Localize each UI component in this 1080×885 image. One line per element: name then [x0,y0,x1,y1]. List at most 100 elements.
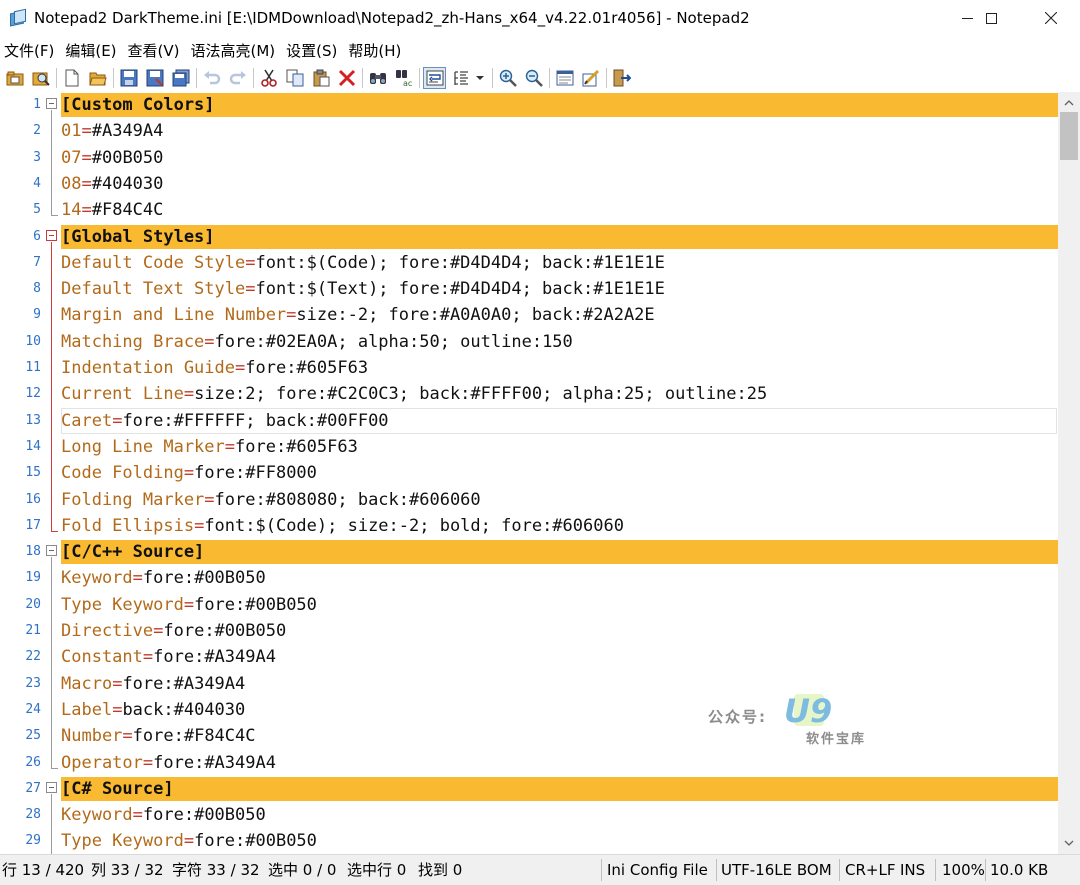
code-line[interactable]: 29 Type Keyword=fore:#00B050 [0,828,1058,854]
code-line[interactable]: 12 Current Line=size:2; fore:#C2C0C3; bac… [0,381,1058,409]
word-wrap-button[interactable] [423,67,446,89]
code-line[interactable]: 22 Constant=fore:#A349A4 [0,644,1058,672]
paste-icon [313,69,329,87]
ini-value: fore:#FF8000 [194,463,317,484]
code-line[interactable]: 21 Directive=fore:#00B050 [0,618,1058,645]
save-button[interactable] [117,67,140,89]
code-line[interactable]: 15 Code Folding=fore:#FF8000 [0,460,1058,488]
section-line[interactable]: 1 [Custom Colors] [0,92,1058,118]
save-copy-button[interactable] [169,67,192,89]
code-line[interactable]: 23 Macro=fore:#A349A4 [0,670,1058,698]
fold-line [45,144,59,172]
scroll-down-button[interactable] [1058,834,1080,852]
code-line[interactable]: 11 Indentation Guide=fore:#605F63 [0,355,1058,382]
code-line[interactable]: 3 07=#00B050 [0,144,1058,172]
menu-file[interactable]: 文件(F) [0,40,59,61]
ini-key: Keyword [61,568,133,589]
section-header: [C# Source] [61,778,174,799]
status-overwrite[interactable]: INS [900,855,925,885]
fold-line [45,670,59,698]
status-encoding[interactable]: UTF-16LE BOM [721,855,832,885]
maximize-button[interactable] [968,0,1014,36]
code-line[interactable]: 19 Keyword=fore:#00B050 [0,565,1058,593]
editor[interactable]: 1 [Custom Colors] 2 01=#A349A4 3 07=#00B050 4 0… [0,92,1080,854]
indent-guides-dropdown[interactable] [475,68,485,88]
ini-key: Matching Brace [61,331,205,352]
section-line[interactable]: 18 [C/C++ Source] [0,539,1058,566]
code-line[interactable]: 5 14=#F84C4C [0,197,1058,223]
copy-button[interactable] [283,67,306,89]
fold-toggle-icon[interactable] [45,539,59,566]
find-button[interactable] [366,67,389,89]
browse-button[interactable] [29,67,52,89]
code-line[interactable]: 16 Folding Marker=fore:#808080; back:#606… [0,486,1058,514]
new-file-button[interactable] [60,67,83,89]
ini-value: size:-2; fore:#A0A0A0; back:#2A2A2E [296,305,655,326]
section-line[interactable]: 27 [C# Source] [0,776,1058,802]
code-line[interactable]: 9 Margin and Line Number=size:-2; fore:#A… [0,302,1058,330]
scrollbar-thumb[interactable] [1060,112,1078,160]
code-line[interactable]: 13 Caret=fore:#FFFFFF; back:#00FF00 [0,407,1058,435]
status-lexer[interactable]: Ini Config File [607,855,708,885]
status-zoom[interactable]: 100% [942,855,985,885]
code-line[interactable]: 14 Long Line Marker=fore:#605F63 [0,433,1058,461]
fold-toggle-icon[interactable] [45,224,59,250]
open-folder-button[interactable] [3,67,26,89]
code-line[interactable]: 28 Keyword=fore:#00B050 [0,802,1058,830]
menu-edit[interactable]: 编辑(E) [60,40,121,61]
fold-toggle-icon[interactable] [45,776,59,802]
equals-sign: = [81,200,92,221]
delete-button[interactable] [335,67,358,89]
fold-line [45,355,59,382]
code-line[interactable]: 26 Operator=fore:#A349A4 [0,749,1058,776]
key-value-text: Folding Marker=fore:#808080; back:#60606… [61,487,481,513]
ini-key: Macro [61,673,113,694]
indent-guides-button[interactable] [449,67,472,89]
menu-syntax[interactable]: 语法高亮(M) [186,40,281,61]
code-line[interactable]: 10 Matching Brace=fore:#02EA0A; alpha:50;… [0,328,1058,356]
close-icon [1045,12,1057,24]
code-line[interactable]: 17 Fold Ellipsis=font:$(Code); size:-2; b… [0,512,1058,539]
replace-button[interactable]: ac [392,67,415,89]
fold-line [45,276,59,304]
code-line[interactable]: 4 08=#404030 [0,170,1058,198]
ini-value: fore:#00B050 [194,831,317,852]
open-folder-icon [6,71,23,86]
status-eol[interactable]: CR+LF [845,855,895,885]
open-file-button[interactable] [86,67,109,89]
key-value-text: 08=#404030 [61,171,163,197]
cut-button[interactable] [257,67,280,89]
ini-key: Caret [61,410,113,431]
zoom-in-button[interactable] [496,67,519,89]
copy-icon [286,69,303,87]
paste-button[interactable] [309,67,332,89]
close-button[interactable] [1028,0,1074,36]
scroll-up-button[interactable] [1058,94,1080,112]
undo-button[interactable] [200,67,223,89]
delete-icon [338,69,355,87]
customize-scheme-button[interactable] [579,67,602,89]
menu-settings[interactable]: 设置(S) [281,40,342,61]
section-line[interactable]: 6 [Global Styles] [0,224,1058,250]
menu-view[interactable]: 查看(V) [123,40,185,61]
status-divider [935,859,936,881]
scheme-button[interactable] [553,67,576,89]
zoom-out-button[interactable] [522,67,545,89]
exit-button[interactable] [610,67,633,89]
fold-toggle-icon[interactable] [45,92,59,118]
vertical-scrollbar[interactable] [1058,92,1080,854]
code-line[interactable]: 25 Number=fore:#F84C4C [0,723,1058,751]
maximize-icon [985,12,997,24]
menu-help[interactable]: 帮助(H) [343,40,406,61]
save-as-button[interactable] [143,67,166,89]
redo-button[interactable] [226,67,249,89]
equals-sign: = [81,147,92,168]
code-line[interactable]: 24 Label=back:#404030 [0,696,1058,724]
code-line[interactable]: 20 Type Keyword=fore:#00B050 [0,591,1058,619]
code-line[interactable]: 7 Default Code Style=font:$(Code); fore:#… [0,249,1058,277]
toolbar: ac [0,64,1080,92]
svg-text:ac: ac [403,79,412,87]
code-line[interactable]: 2 01=#A349A4 [0,118,1058,146]
code-line[interactable]: 8 Default Text Style=font:$(Text); fore:#… [0,276,1058,304]
line-number: 25 [25,728,41,744]
